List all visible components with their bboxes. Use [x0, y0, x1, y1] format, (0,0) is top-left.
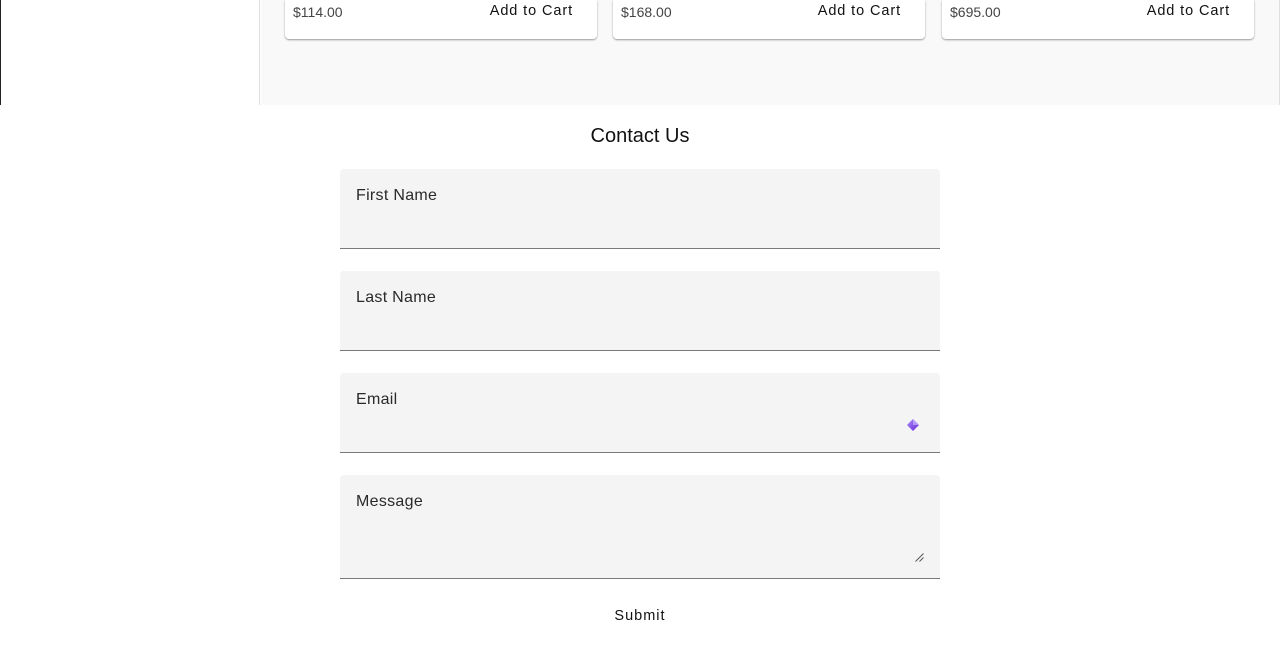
last-name-input[interactable] [356, 324, 924, 344]
email-field[interactable]: Email [340, 373, 940, 453]
add-to-cart-button[interactable]: Add to Cart [490, 3, 573, 19]
filter-sidebar [0, 0, 260, 105]
message-field[interactable]: Message [340, 475, 940, 579]
last-name-field[interactable]: Last Name [340, 271, 940, 351]
product-grid: $114.00 Add to Cart $168.00 Add to Cart … [261, 0, 1280, 105]
resize-handle-icon[interactable] [915, 553, 924, 562]
product-section: $114.00 Add to Cart $168.00 Add to Cart … [0, 0, 1280, 105]
last-name-label: Last Name [356, 289, 437, 306]
product-card: $114.00 Add to Cart [285, 0, 597, 39]
first-name-input[interactable] [356, 222, 924, 242]
product-price: $168.00 [621, 4, 672, 20]
product-card: $695.00 Add to Cart [942, 0, 1254, 39]
submit-button[interactable]: Submit [0, 608, 1280, 624]
first-name-label: First Name [356, 187, 438, 204]
add-to-cart-button[interactable]: Add to Cart [1147, 3, 1230, 19]
add-to-cart-button[interactable]: Add to Cart [818, 3, 901, 19]
contact-title: Contact Us [590, 125, 690, 147]
email-label: Email [356, 391, 398, 408]
product-card: $168.00 Add to Cart [613, 0, 925, 39]
message-label: Message [356, 493, 424, 510]
product-price: $695.00 [950, 4, 1001, 20]
email-input[interactable] [356, 426, 924, 446]
product-price: $114.00 [293, 4, 343, 20]
first-name-field[interactable]: First Name [340, 169, 940, 249]
message-textarea[interactable] [356, 538, 924, 572]
password-manager-icon[interactable] [906, 418, 920, 432]
